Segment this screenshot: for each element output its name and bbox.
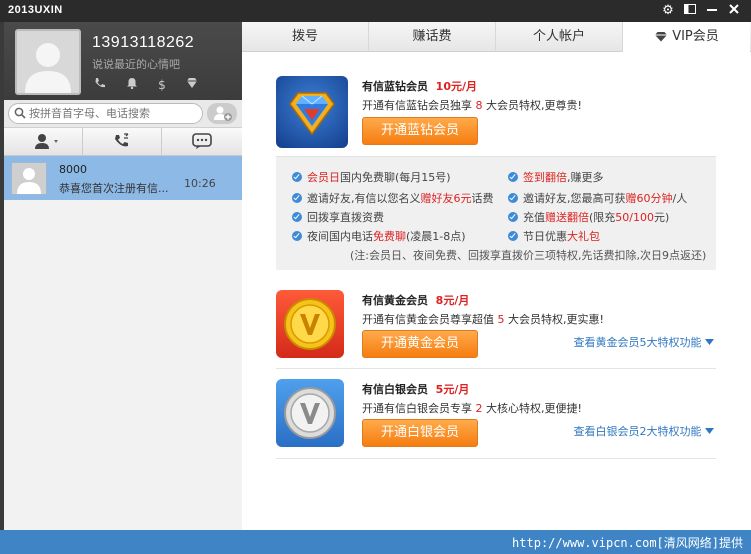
- title-bar: 2013UXIN ⚙: [0, 0, 751, 22]
- contact-time: 10:26: [184, 177, 216, 190]
- perk-holiday-gift: 节日优惠大礼包: [508, 228, 600, 244]
- mood-status[interactable]: 说说最近的心情吧: [92, 56, 180, 72]
- list-item[interactable]: 8000 恭喜您首次注册有信... 10:26: [4, 156, 242, 200]
- avatar[interactable]: [15, 29, 81, 95]
- open-silver-button[interactable]: 开通白银会员: [362, 419, 478, 447]
- mini-mode-icon[interactable]: [682, 3, 698, 19]
- blue-diamond-card: 有信蓝钻会员 10元/月 开通有信蓝钻会员独享 8 大会员特权,更尊贵! 开通蓝…: [276, 76, 716, 156]
- perk-callback-rate: 回拨享直拨资费: [292, 209, 384, 225]
- profile-area: 13913118262 说说最近的心情吧 $: [4, 22, 242, 100]
- diamond-icon[interactable]: [184, 77, 200, 93]
- blue-vip-price: 10元/月: [435, 80, 477, 93]
- check-icon: [508, 172, 518, 182]
- divider: [276, 368, 716, 369]
- gold-vip-price: 8元/月: [435, 294, 470, 307]
- silver-vip-title: 有信白银会员 5元/月: [362, 383, 470, 396]
- chevron-down-icon: [705, 339, 714, 345]
- bell-icon[interactable]: [124, 77, 140, 93]
- watermark-text: http://www.vipcn.com[清风网络]提供: [512, 536, 743, 550]
- app-title: 2013UXIN: [8, 4, 63, 16]
- check-icon: [292, 193, 302, 203]
- open-gold-button[interactable]: 开通黄金会员: [362, 330, 478, 358]
- perk-checkin-double: 签到翻倍,赚更多: [508, 169, 604, 185]
- left-panel: 13913118262 说说最近的心情吧 $ 按拼音首字母、电话搜索 8000 …: [4, 22, 242, 530]
- phone-number: 13913118262: [92, 34, 195, 51]
- right-panel: 拨号 赚话费 个人帐户 VIP会员 有信蓝钻会员 10元/月 开通有信蓝钻会员独…: [242, 22, 751, 530]
- check-icon: [292, 231, 302, 241]
- gold-coin-icon: [284, 298, 336, 350]
- settings-gear-icon[interactable]: ⚙: [660, 3, 676, 19]
- blue-vip-title: 有信蓝钻会员 10元/月: [362, 80, 477, 93]
- main-tabs: 拨号 赚话费 个人帐户 VIP会员: [242, 22, 751, 53]
- tab-account[interactable]: 个人帐户: [496, 22, 623, 52]
- perks-box: 会员日国内免费聊(每月15号) 签到翻倍,赚更多 邀请好友,有信以您名义赠好友6…: [276, 156, 716, 270]
- message-icon: [192, 133, 212, 149]
- silver-features-link[interactable]: 查看白银会员2大特权功能: [574, 423, 714, 439]
- open-blue-diamond-button[interactable]: 开通蓝钻会员: [362, 117, 478, 145]
- tab-vip[interactable]: VIP会员: [623, 22, 750, 53]
- contact-name: 8000: [59, 163, 87, 176]
- silver-vip-price: 5元/月: [435, 383, 470, 396]
- tab-vip-label: VIP会员: [672, 29, 719, 44]
- gold-vip-title: 有信黄金会员 8元/月: [362, 294, 470, 307]
- perk-invite-friend: 邀请好友,有信以您名义赠好友6元话费: [292, 190, 494, 206]
- search-icon: [14, 107, 26, 119]
- vip-diamond-icon: [655, 32, 668, 42]
- blue-vip-desc: 开通有信蓝钻会员独享 8 大会员特权,更尊贵!: [362, 99, 582, 112]
- silver-logo: [276, 379, 344, 447]
- gold-features-link[interactable]: 查看黄金会员5大特权功能: [574, 334, 714, 350]
- phone-icon[interactable]: [92, 77, 108, 93]
- check-icon: [508, 212, 518, 222]
- check-icon: [292, 172, 302, 182]
- gold-logo: [276, 290, 344, 358]
- blue-diamond-icon: [289, 92, 335, 136]
- perk-recharge-double: 充值赠送翻倍(限充50/100元): [508, 209, 669, 225]
- tab-call-log[interactable]: [83, 128, 162, 155]
- tab-earn-credit[interactable]: 赚话费: [369, 22, 496, 52]
- add-contact-button[interactable]: [207, 103, 237, 124]
- check-icon: [508, 193, 518, 203]
- silver-card: 有信白银会员 5元/月 开通有信白银会员专享 2 大核心特权,更便捷! 开通白银…: [276, 379, 716, 453]
- perk-invite-reward: 邀请好友,您最高可获赠60分钟/人: [508, 190, 687, 206]
- tab-contacts[interactable]: [4, 128, 83, 155]
- contact-last-message: 恭喜您首次注册有信...: [59, 182, 169, 195]
- tab-messages[interactable]: [162, 128, 241, 155]
- search-input[interactable]: [29, 105, 199, 122]
- perks-note: (注:会员日、夜间免费、回拨享直拨价三项特权,先话费扣除,次日9点返还): [350, 249, 707, 262]
- close-icon[interactable]: [726, 3, 742, 19]
- contacts-icon: [35, 134, 58, 149]
- check-icon: [508, 231, 518, 241]
- silver-coin-icon: [284, 387, 336, 439]
- status-bar: http://www.vipcn.com[清风网络]提供: [0, 530, 751, 554]
- divider: [276, 458, 716, 459]
- search-box: [8, 103, 203, 124]
- tab-dial[interactable]: 拨号: [242, 22, 369, 52]
- check-icon: [292, 212, 302, 222]
- call-log-icon: [115, 133, 129, 147]
- add-user-icon: [214, 106, 232, 121]
- chevron-down-icon: [705, 428, 714, 434]
- minimize-icon[interactable]: [704, 3, 720, 19]
- blue-diamond-logo: [276, 76, 348, 148]
- perk-night-free: 夜间国内电话免费聊(凌晨1-8点): [292, 228, 466, 244]
- silver-vip-desc: 开通有信白银会员专享 2 大核心特权,更便捷!: [362, 402, 582, 415]
- contact-avatar: [11, 162, 47, 195]
- gold-vip-desc: 开通有信黄金会员尊享超值 5 大会员特权,更实惠!: [362, 313, 604, 326]
- gold-card: 有信黄金会员 8元/月 开通有信黄金会员尊享超值 5 大会员特权,更实惠! 开通…: [276, 290, 716, 364]
- left-tabs: [4, 128, 242, 156]
- search-row: [4, 100, 242, 128]
- dollar-icon[interactable]: $: [154, 77, 170, 93]
- perk-member-day: 会员日国内免费聊(每月15号): [292, 169, 451, 185]
